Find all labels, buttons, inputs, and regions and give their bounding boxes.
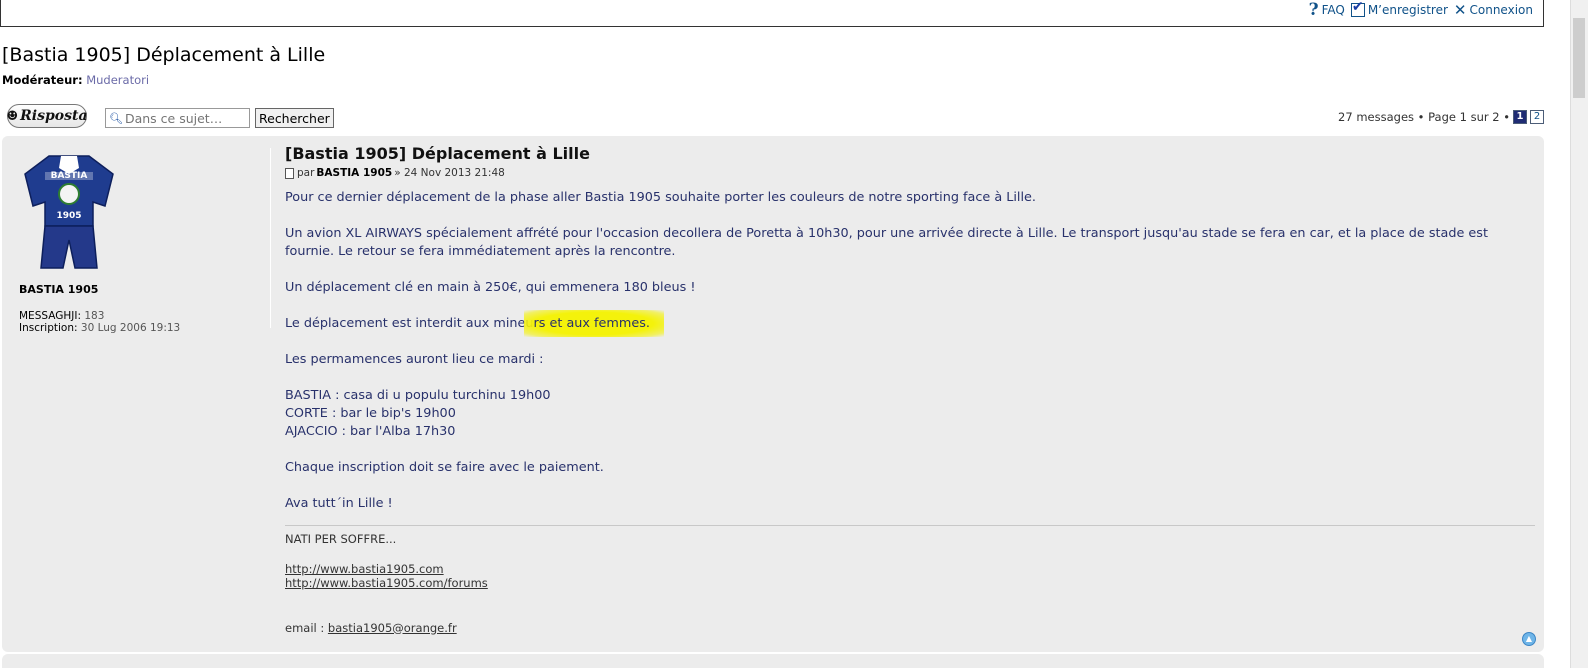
search-input[interactable] [124,110,245,126]
checkbox-icon [1350,0,1365,17]
permanence-line: AJACCIO : bar l'Alba 17h30 [285,424,456,439]
paragraph: Un avion XL AIRWAYS spécialement affrété… [285,226,1488,259]
post-icon[interactable] [285,167,294,179]
pagination-summary: 27 messages • Page 1 sur 2 • [1338,110,1510,124]
post-title[interactable]: [Bastia 1905] Déplacement à Lille [285,144,1535,163]
paragraph-text: Le déplacement est interdit aux mineu [285,316,534,331]
inscription-label: Inscription: [19,322,78,334]
messages-value: 183 [84,310,105,322]
paragraph: Un déplacement clé en main à 250€, qui e… [285,280,696,295]
page-2-link[interactable]: 2 [1530,110,1544,124]
email-link[interactable]: bastia1905@orange.fr [328,621,457,635]
faq-label: FAQ [1321,3,1345,17]
login-label: Connexion [1469,3,1534,17]
post: BASTIA 1905 BASTIA 1905 MESSAGHJI: 183 I… [2,136,1544,652]
faq-link[interactable]: ? FAQ [1308,0,1345,20]
signature-divider [285,525,1535,526]
permanence-line: BASTIA : casa di u populu turchinu 19h00 [285,388,551,403]
paragraph: Pour ce dernier déplacement de la phase … [285,190,1036,205]
search-box: 🔍︎ [105,108,250,128]
paragraph-highlighted: Le déplacement est interdit aux mineurs … [285,310,1535,337]
paragraph: Ava tutt´in Lille ! [285,496,393,511]
page-1-link[interactable]: 1 [1513,110,1527,124]
yellow-highlight: rs et aux femmes. [523,310,664,337]
next-post [2,654,1544,668]
meta-author[interactable]: BASTIA 1905 [316,167,392,179]
avatar-text-bottom: 1905 [56,211,81,221]
login-x-icon: ✕ [1453,1,1467,19]
search-icon: 🔍︎ [109,111,123,125]
login-link[interactable]: ✕ Connexion [1454,1,1533,19]
paragraph: Chaque inscription doit se faire avec le… [285,460,604,475]
paragraph: Les permamences auront lieu ce mardi : [285,352,544,367]
register-link[interactable]: M’enregistrer [1350,0,1448,17]
avatar-text-top: BASTIA [51,171,88,181]
profile-stats: MESSAGHJI: 183 Inscription: 30 Lug 2006 … [19,310,249,334]
scrollbar-thumb[interactable] [1573,18,1585,98]
meta-par: par [297,167,315,179]
topic-search: 🔍︎ Rechercher [105,108,334,128]
signature-link[interactable]: http://www.bastia1905.com [285,562,444,576]
moor-head-icon: ☻ [6,108,19,124]
reply-label: Risposta [20,108,88,124]
permanence-line: CORTE : bar le bip's 19h00 [285,406,456,421]
question-mark-icon: ? [1308,0,1319,20]
signature-motto: NATI PER SOFFRE... [285,532,397,546]
register-label: M’enregistrer [1367,3,1448,17]
header-bar: ? FAQ M’enregistrer ✕ Connexion [0,0,1544,27]
permanences-list: BASTIA : casa di u populu turchinu 19h00… [285,387,1535,441]
messages-label: MESSAGHJI: [19,310,81,322]
page-title: [Bastia 1905] Déplacement à Lille [2,44,326,66]
profile-divider [270,148,271,328]
avatar: BASTIA 1905 [24,155,114,269]
moderator-line: Modérateur: Muderatori [2,73,149,87]
vertical-scrollbar[interactable] [1570,0,1588,668]
back-to-top-icon[interactable]: ▲ [1522,632,1536,646]
moderator-label: Modérateur: [2,73,83,87]
inscription-value: 30 Lug 2006 19:13 [80,322,181,334]
post-content: Pour ce dernier déplacement de la phase … [285,189,1535,513]
email-label: email : [285,620,325,635]
reply-button[interactable]: ☻ Risposta [6,104,88,128]
post-body: [Bastia 1905] Déplacement à Lille par BA… [285,144,1535,635]
signature-link[interactable]: http://www.bastia1905.com/forums [285,576,488,590]
search-button[interactable]: Rechercher [255,108,334,128]
post-author[interactable]: BASTIA 1905 [19,283,249,296]
post-profile: BASTIA 1905 BASTIA 1905 MESSAGHJI: 183 I… [19,152,249,334]
meta-date: » 24 Nov 2013 21:48 [394,167,505,179]
moderator-link[interactable]: Muderatori [86,73,149,87]
signature: NATI PER SOFFRE... http://www.bastia1905… [285,532,1535,635]
pagination: 27 messages • Page 1 sur 2 • 1 2 [1338,110,1544,124]
post-meta: par BASTIA 1905 » 24 Nov 2013 21:48 [285,167,1535,179]
header-links: ? FAQ M’enregistrer ✕ Connexion [1308,0,1533,20]
